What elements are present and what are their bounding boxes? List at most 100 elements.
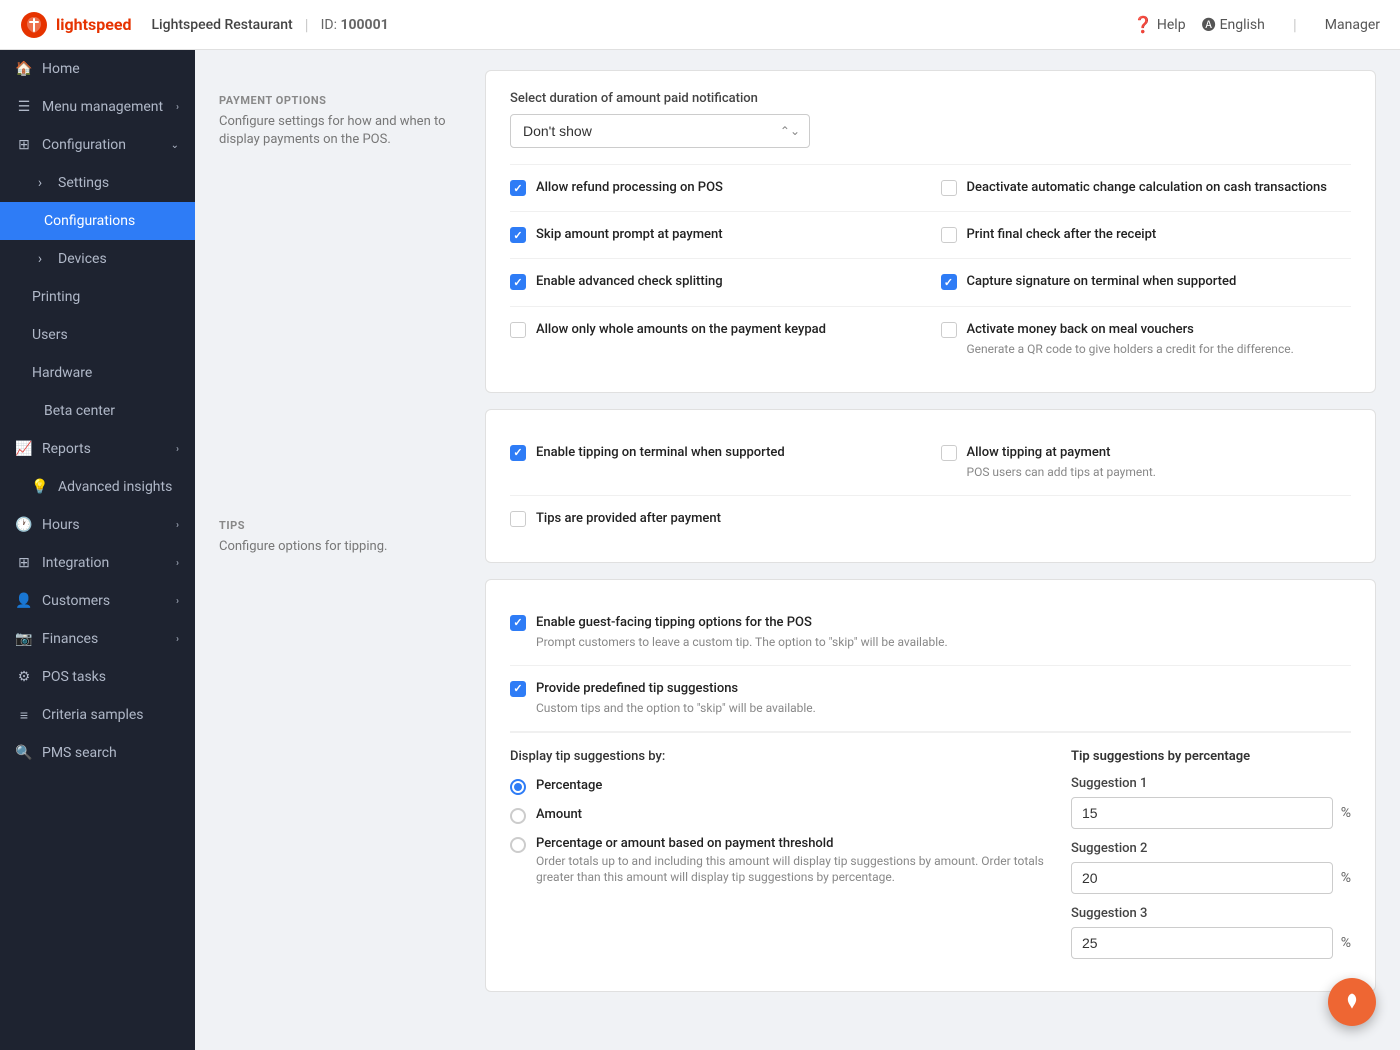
allow-tipping-payment-label: Allow tipping at payment (967, 444, 1156, 462)
enable-splitting-label: Enable advanced check splitting (536, 273, 723, 291)
allow-refund-checkbox[interactable] (510, 180, 526, 196)
notification-label: Select duration of amount paid notificat… (510, 91, 1351, 106)
radio-threshold[interactable]: Percentage or amount based on payment th… (510, 836, 1047, 887)
tips-desc: Configure options for tipping. (219, 538, 461, 556)
sidebar-item-home[interactable]: 🏠 Home (0, 50, 195, 88)
sidebar-item-beta-center[interactable]: Beta center (0, 392, 195, 430)
sidebar-item-customers[interactable]: 👤 Customers › (0, 582, 195, 620)
sidebar-item-settings[interactable]: › Settings (0, 164, 195, 202)
menu-icon: ☰ (16, 99, 32, 115)
chevron-right-icon-finances: › (176, 634, 179, 645)
chevron-right-icon-hours: › (176, 520, 179, 531)
sidebar-item-printing[interactable]: Printing (0, 278, 195, 316)
chevron-right-icon-integration: › (176, 558, 179, 569)
whole-amounts-checkbox[interactable] (510, 322, 526, 338)
devices-expand-icon: › (32, 251, 48, 267)
sidebar-item-hours[interactable]: 🕐 Hours › (0, 506, 195, 544)
fab-icon (1342, 992, 1362, 1012)
brand-name: lightspeed (56, 15, 132, 34)
skip-amount-label: Skip amount prompt at payment (536, 226, 723, 244)
tips-label-block: TIPS Configure options for tipping. (219, 149, 461, 556)
home-icon: 🏠 (16, 61, 32, 77)
allow-tipping-payment-checkbox[interactable] (941, 445, 957, 461)
capture-signature-checkbox[interactable] (941, 274, 957, 290)
sidebar-item-reports[interactable]: 📈 Reports › (0, 430, 195, 468)
sidebar-item-hardware[interactable]: Hardware (0, 354, 195, 392)
deactivate-auto-change-label: Deactivate automatic change calculation … (967, 179, 1327, 197)
sidebar: 🏠 Home ☰ Menu management › ⊞ Configurati… (0, 50, 195, 1050)
radio-amount-btn (510, 808, 526, 824)
brand: lightspeed (20, 11, 132, 39)
suggestion-3-input[interactable] (1071, 927, 1333, 959)
search-icon: 🔍 (16, 745, 32, 761)
top-nav: lightspeed Lightspeed Restaurant | ID: 1… (0, 0, 1400, 50)
money-back-checkbox[interactable] (941, 322, 957, 338)
display-tip-label: Display tip suggestions by: (510, 749, 1047, 764)
sidebar-item-configuration[interactable]: ⊞ Configuration ⌄ (0, 126, 195, 164)
suggestion-2-unit: % (1341, 870, 1351, 886)
tips-card-2: Enable guest-facing tipping options for … (485, 579, 1376, 992)
sidebar-item-integration[interactable]: ⊞ Integration › (0, 544, 195, 582)
main-content: PAYMENT OPTIONS Configure settings for h… (195, 50, 1400, 1050)
tips-after-payment-label: Tips are provided after payment (536, 510, 721, 528)
language-selector[interactable]: 🅐 English (1202, 15, 1265, 35)
sidebar-item-finances[interactable]: 📷 Finances › (0, 620, 195, 658)
help-link[interactable]: ❓ Help (1133, 15, 1186, 34)
radio-threshold-btn (510, 837, 526, 853)
whole-amounts-label: Allow only whole amounts on the payment … (536, 321, 826, 339)
chevron-right-icon: › (176, 102, 179, 113)
chevron-right-icon-customers: › (176, 596, 179, 607)
id-label: ID: 100001 (321, 17, 389, 33)
print-final-check-label: Print final check after the receipt (967, 226, 1157, 244)
provide-predefined-checkbox[interactable] (510, 681, 526, 697)
section-cards: Select duration of amount paid notificat… (485, 50, 1400, 1028)
radio-amount[interactable]: Amount (510, 807, 1047, 824)
capture-signature-label: Capture signature on terminal when suppo… (967, 273, 1237, 291)
radio-threshold-desc: Order totals up to and including this am… (536, 853, 1047, 887)
print-final-check-checkbox[interactable] (941, 227, 957, 243)
suggestion-2-block: Suggestion 2 % (1071, 841, 1351, 894)
finances-icon: 📷 (16, 631, 32, 647)
deactivate-auto-change-checkbox[interactable] (941, 180, 957, 196)
bulb-icon: 💡 (32, 479, 48, 495)
fab-button[interactable] (1328, 978, 1376, 1026)
enable-guest-facing-label: Enable guest-facing tipping options for … (536, 614, 948, 632)
notification-select[interactable]: Don't show (510, 114, 810, 148)
gear-icon: ⚙ (16, 669, 32, 685)
chevron-right-icon-reports: › (176, 444, 179, 455)
payment-options-card: Select duration of amount paid notificat… (485, 70, 1376, 393)
radio-threshold-label: Percentage or amount based on payment th… (536, 836, 1047, 851)
sidebar-item-devices[interactable]: › Devices (0, 240, 195, 278)
sidebar-item-criteria-samples[interactable]: ≡ Criteria samples (0, 696, 195, 734)
suggestion-1-unit: % (1341, 805, 1351, 821)
radio-amount-label: Amount (536, 807, 582, 822)
sidebar-item-advanced-insights[interactable]: 💡 Advanced insights (0, 468, 195, 506)
integration-icon: ⊞ (16, 555, 32, 571)
payment-options-desc: Configure settings for how and when to d… (219, 113, 461, 149)
radio-percentage[interactable]: Percentage (510, 778, 1047, 795)
sidebar-item-configurations[interactable]: Configurations (0, 202, 195, 240)
enable-tipping-terminal-checkbox[interactable] (510, 445, 526, 461)
sidebar-item-pos-tasks[interactable]: ⚙ POS tasks (0, 658, 195, 696)
chevron-down-icon: ⌄ (171, 140, 179, 151)
suggestion-1-input[interactable] (1071, 797, 1333, 829)
user-menu[interactable]: Manager (1325, 17, 1380, 33)
clock-icon: 🕐 (16, 517, 32, 533)
sidebar-item-menu-management[interactable]: ☰ Menu management › (0, 88, 195, 126)
payment-options-title: PAYMENT OPTIONS (219, 94, 461, 107)
suggestions-title: Tip suggestions by percentage (1071, 749, 1351, 764)
sidebar-item-pms-search[interactable]: 🔍 PMS search (0, 734, 195, 772)
enable-splitting-checkbox[interactable] (510, 274, 526, 290)
provide-predefined-desc: Custom tips and the option to "skip" wil… (536, 700, 816, 717)
radio-percentage-label: Percentage (536, 778, 602, 793)
enable-guest-facing-checkbox[interactable] (510, 615, 526, 631)
person-icon: 👤 (16, 593, 32, 609)
suggestion-2-input[interactable] (1071, 862, 1333, 894)
tips-title: TIPS (219, 519, 461, 532)
suggestion-2-label: Suggestion 2 (1071, 841, 1351, 856)
enable-tipping-terminal-label: Enable tipping on terminal when supporte… (536, 444, 785, 462)
skip-amount-checkbox[interactable] (510, 227, 526, 243)
sidebar-item-users[interactable]: Users (0, 316, 195, 354)
tips-after-payment-checkbox[interactable] (510, 511, 526, 527)
money-back-desc: Generate a QR code to give holders a cre… (967, 341, 1294, 358)
